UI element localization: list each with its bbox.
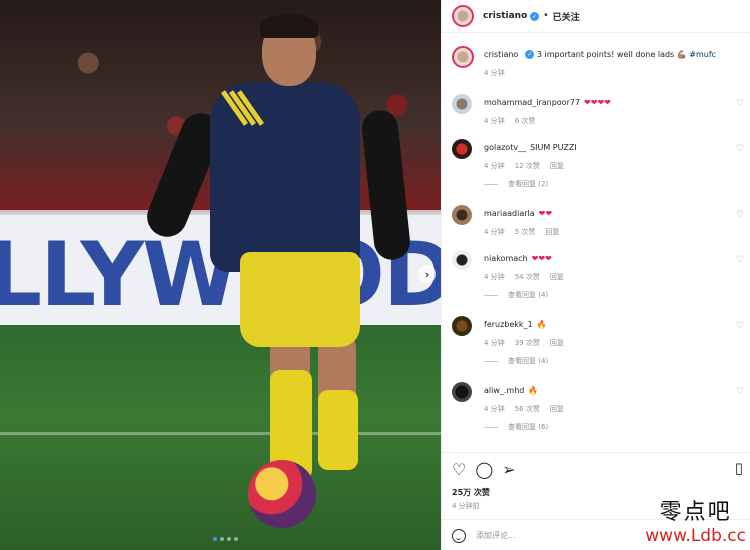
like-count[interactable]: 25万 次赞 bbox=[452, 487, 490, 498]
avatar[interactable] bbox=[452, 316, 472, 336]
heart-icon[interactable]: ♡ bbox=[736, 99, 744, 109]
view-replies-button[interactable]: 查看回复 (4) bbox=[508, 356, 548, 366]
comment-username[interactable]: niakomach bbox=[484, 254, 528, 263]
avatar[interactable] bbox=[452, 46, 474, 68]
comment-username[interactable]: mariaadiarla bbox=[484, 209, 535, 218]
username[interactable]: cristiano bbox=[483, 11, 527, 21]
reply-button[interactable]: 回复 bbox=[550, 405, 564, 413]
comments-list: cristiano ✓ 3 important points! well done… bbox=[442, 34, 750, 449]
view-replies-button[interactable]: 查看回复 (6) bbox=[508, 422, 548, 432]
comment-icon[interactable]: ◯ bbox=[475, 460, 493, 479]
reply-button[interactable]: 回复 bbox=[550, 339, 564, 347]
watermark-en: www.Ldb.cc bbox=[645, 526, 746, 546]
heart-icon[interactable]: ♡ bbox=[736, 144, 744, 154]
reply-button[interactable]: 回复 bbox=[550, 273, 564, 281]
watermark-cn: 零点吧 bbox=[659, 500, 732, 525]
chevron-right-icon[interactable]: › bbox=[418, 265, 436, 283]
reply-button[interactable]: 回复 bbox=[545, 228, 559, 236]
heart-icon[interactable]: ♡ bbox=[452, 460, 466, 479]
comment-username[interactable]: aliw_.mhd bbox=[484, 386, 524, 395]
follow-button[interactable]: 已关注 bbox=[553, 10, 580, 23]
post-header: cristiano ✓ • 已关注 bbox=[442, 0, 750, 33]
heart-icon[interactable]: ♡ bbox=[736, 387, 744, 397]
avatar[interactable] bbox=[452, 5, 474, 27]
post-time: 4 分钟前 bbox=[452, 502, 480, 510]
comment-text: 🔥 bbox=[536, 320, 547, 329]
football bbox=[248, 460, 316, 528]
emoji-icon[interactable] bbox=[452, 528, 466, 543]
avatar[interactable] bbox=[452, 139, 472, 159]
share-icon[interactable]: ➢ bbox=[502, 460, 515, 479]
comment-text: SIUM PUZZI bbox=[530, 143, 577, 152]
caption-text: 3 important points! well done lads 💪🏽 bbox=[536, 50, 687, 59]
comment-username[interactable]: mohammad_iranpoor77 bbox=[484, 98, 580, 107]
avatar[interactable] bbox=[452, 250, 472, 270]
post-photo[interactable]: LLYWOOD › bbox=[0, 0, 441, 550]
comment-text: ❤❤ bbox=[538, 209, 553, 218]
comment-username[interactable]: golazotv__ bbox=[484, 143, 526, 152]
football-player bbox=[141, 10, 430, 530]
view-replies-button[interactable]: 查看回复 (4) bbox=[508, 290, 548, 300]
reply-button[interactable]: 回复 bbox=[550, 162, 564, 170]
verified-icon: ✓ bbox=[525, 50, 535, 59]
avatar[interactable] bbox=[452, 382, 472, 402]
verified-icon: ✓ bbox=[530, 11, 540, 21]
post-side-panel: cristiano ✓ • 已关注 cristiano ✓ 3 important… bbox=[441, 0, 750, 550]
heart-icon[interactable]: ♡ bbox=[736, 321, 744, 331]
carousel-dots bbox=[213, 537, 238, 541]
avatar[interactable] bbox=[452, 94, 472, 114]
caption-username[interactable]: cristiano bbox=[484, 50, 518, 59]
comment-input[interactable]: 添加评论... bbox=[476, 530, 516, 541]
heart-icon[interactable]: ♡ bbox=[736, 210, 744, 220]
comment-text: ❤❤❤❤ bbox=[584, 98, 611, 107]
bookmark-icon[interactable]: ▯ bbox=[735, 459, 743, 477]
caption-time: 4 分钟 bbox=[484, 69, 505, 77]
hashtag-link[interactable]: #mufc bbox=[689, 50, 716, 59]
avatar[interactable] bbox=[452, 205, 472, 225]
comment-text: ❤❤❤ bbox=[531, 254, 552, 263]
watermark: 零点吧 www.Ldb.cc bbox=[645, 494, 746, 546]
heart-icon[interactable]: ♡ bbox=[736, 255, 744, 265]
comment-text: 🔥 bbox=[528, 386, 539, 395]
comment-username[interactable]: feruzbekk_1 bbox=[484, 320, 533, 329]
view-replies-button[interactable]: 查看回复 (2) bbox=[508, 179, 548, 189]
